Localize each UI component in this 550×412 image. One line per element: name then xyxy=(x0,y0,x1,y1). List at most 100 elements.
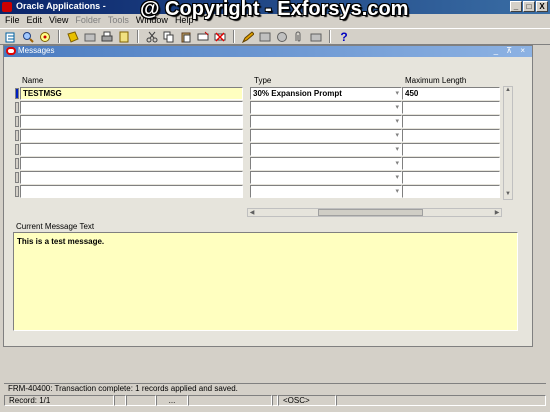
type-value: 30% Expansion Prompt xyxy=(253,89,342,98)
type-select[interactable]: ▾ xyxy=(250,101,402,114)
current-message-text-field[interactable]: This is a test message. xyxy=(13,232,518,331)
status-ellipsis: ... xyxy=(156,395,188,406)
close-button[interactable]: X xyxy=(536,1,548,12)
vertical-scrollbar[interactable]: ▲ ▼ xyxy=(503,86,513,200)
copy-icon[interactable] xyxy=(162,30,176,44)
copyright-watermark: @ Copyright - Exforsys.com xyxy=(140,0,409,20)
name-field[interactable] xyxy=(20,143,243,156)
toolbar: ? xyxy=(0,28,550,45)
paste-icon[interactable] xyxy=(179,30,193,44)
navigate-icon[interactable] xyxy=(38,30,52,44)
scroll-up-icon[interactable]: ▲ xyxy=(504,87,512,95)
form-title: Messages xyxy=(18,46,55,55)
max-length-field[interactable]: 450 xyxy=(402,87,500,100)
type-select[interactable]: ▾ xyxy=(250,115,402,128)
name-field[interactable]: TESTMSG xyxy=(20,87,243,100)
column-header-max-length: Maximum Length xyxy=(405,76,467,85)
maximize-button[interactable]: □ xyxy=(523,1,535,12)
toolbar-separator xyxy=(233,30,235,43)
name-field[interactable] xyxy=(20,157,243,170)
cut-icon[interactable] xyxy=(145,30,159,44)
zoom-icon[interactable] xyxy=(258,30,272,44)
oracle-app-icon xyxy=(2,2,12,12)
chevron-down-icon[interactable]: ▾ xyxy=(395,130,399,141)
window-controls: _ □ X xyxy=(510,1,548,12)
status-bar: Record: 1/1 ... <OSC> xyxy=(4,395,546,406)
menu-edit[interactable]: Edit xyxy=(27,15,43,28)
horizontal-scrollbar[interactable]: ◀ ▶ xyxy=(247,208,502,217)
type-select[interactable]: 30% Expansion Prompt ▾ xyxy=(250,87,402,100)
name-field[interactable] xyxy=(20,171,243,184)
scroll-right-icon[interactable]: ▶ xyxy=(493,209,501,216)
record-indicator[interactable] xyxy=(15,172,19,183)
max-length-field[interactable] xyxy=(402,185,500,198)
help-icon[interactable]: ? xyxy=(337,30,351,44)
name-field[interactable] xyxy=(20,101,243,114)
status-cell xyxy=(126,395,156,406)
column-header-name: Name xyxy=(22,76,44,85)
max-length-field[interactable] xyxy=(402,101,500,114)
max-length-field[interactable] xyxy=(402,143,500,156)
chevron-down-icon[interactable]: ▾ xyxy=(395,186,399,197)
delete-record-icon[interactable] xyxy=(213,30,227,44)
find-icon[interactable] xyxy=(21,30,35,44)
attachments-icon[interactable] xyxy=(292,30,306,44)
toolbar-separator xyxy=(137,30,139,43)
messages-form-window: Messages _ ⊼ × Name Type Maximum Length … xyxy=(3,45,533,347)
record-indicator[interactable] xyxy=(15,186,19,197)
new-record-icon[interactable] xyxy=(196,30,210,44)
folder-tools-icon[interactable] xyxy=(309,30,323,44)
edit-field-icon[interactable] xyxy=(241,30,255,44)
type-select[interactable]: ▾ xyxy=(250,185,402,198)
record-indicator[interactable] xyxy=(15,102,19,113)
column-header-type: Type xyxy=(254,76,272,85)
type-select[interactable]: ▾ xyxy=(250,171,402,184)
current-message-text-label: Current Message Text xyxy=(16,222,95,231)
name-field[interactable] xyxy=(20,185,243,198)
status-message: FRM-40400: Transaction complete: 1 recor… xyxy=(4,383,546,394)
record-indicator[interactable] xyxy=(15,158,19,169)
name-field[interactable] xyxy=(20,129,243,142)
new-icon[interactable] xyxy=(4,30,18,44)
menu-folder[interactable]: Folder xyxy=(75,15,101,28)
chevron-down-icon[interactable]: ▾ xyxy=(395,116,399,127)
menu-view[interactable]: View xyxy=(49,15,68,28)
next-step-icon[interactable] xyxy=(83,30,97,44)
menu-tools[interactable]: Tools xyxy=(108,15,129,28)
record-indicator[interactable] xyxy=(15,130,19,141)
app-title: Oracle Applications - xyxy=(16,1,106,11)
name-field[interactable] xyxy=(20,115,243,128)
minimize-button[interactable]: _ xyxy=(510,1,522,12)
max-length-field[interactable] xyxy=(402,129,500,142)
scroll-left-icon[interactable]: ◀ xyxy=(248,209,256,216)
menu-file[interactable]: File xyxy=(5,15,20,28)
save-icon[interactable] xyxy=(66,30,80,44)
type-select[interactable]: ▾ xyxy=(250,157,402,170)
chevron-down-icon[interactable]: ▾ xyxy=(395,144,399,155)
type-select[interactable]: ▾ xyxy=(250,129,402,142)
translations-icon[interactable] xyxy=(275,30,289,44)
chevron-down-icon[interactable]: ▾ xyxy=(395,102,399,113)
print-icon[interactable] xyxy=(100,30,114,44)
record-indicator[interactable] xyxy=(15,144,19,155)
max-length-field[interactable] xyxy=(402,115,500,128)
record-count: Record: 1/1 xyxy=(4,395,114,406)
chevron-down-icon[interactable]: ▾ xyxy=(395,158,399,169)
toolbar-separator xyxy=(58,30,60,43)
status-cell xyxy=(336,395,546,406)
chevron-down-icon[interactable]: ▾ xyxy=(395,172,399,183)
form-window-controls[interactable]: _ ⊼ × xyxy=(494,46,528,55)
max-length-field[interactable] xyxy=(402,157,500,170)
close-form-icon[interactable] xyxy=(117,30,131,44)
status-cell xyxy=(188,395,272,406)
form-title-bar: Messages _ ⊼ × xyxy=(4,46,532,57)
osc-indicator: <OSC> xyxy=(278,395,336,406)
record-indicator[interactable] xyxy=(15,116,19,127)
max-length-field[interactable] xyxy=(402,171,500,184)
chevron-down-icon[interactable]: ▾ xyxy=(395,88,399,99)
type-select[interactable]: ▾ xyxy=(250,143,402,156)
scrollbar-thumb[interactable] xyxy=(318,209,423,216)
toolbar-separator xyxy=(329,30,331,43)
scroll-down-icon[interactable]: ▼ xyxy=(504,191,512,199)
record-indicator[interactable] xyxy=(15,88,19,99)
